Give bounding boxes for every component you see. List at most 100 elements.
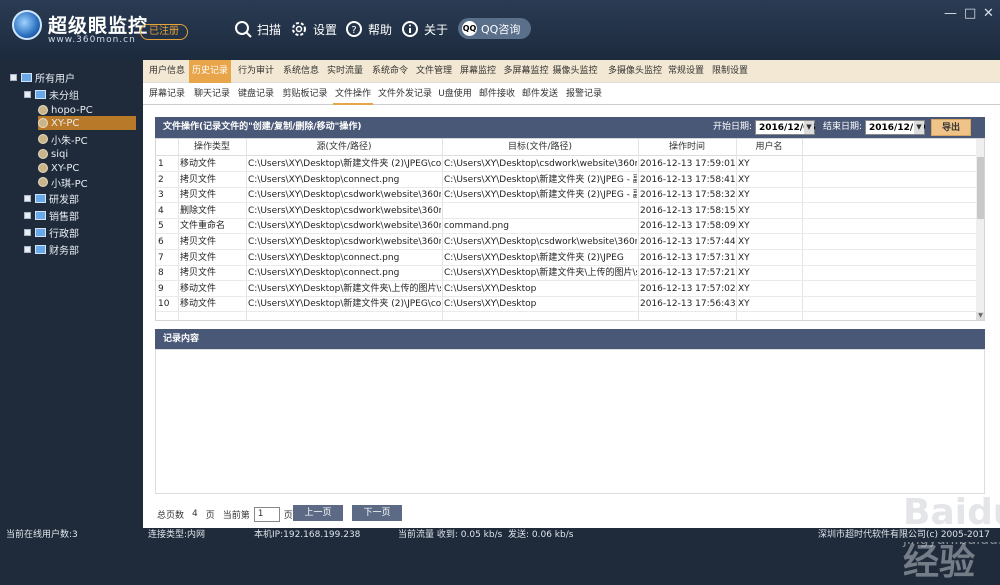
table-cell: command.png: [444, 221, 509, 232]
tab-screen[interactable]: 屏幕监控: [457, 60, 499, 83]
tab-multiscreen[interactable]: 多屏幕监控: [502, 60, 550, 83]
tab-file-ops[interactable]: 文件操作: [333, 83, 373, 105]
tab-file-manage[interactable]: 文件管理: [413, 60, 455, 83]
tree-item-pc[interactable]: XY-PC: [38, 161, 79, 175]
table-cell: 7: [158, 252, 164, 263]
table-cell: 2016-12-13 17:58:09: [640, 221, 735, 232]
tab-user-info[interactable]: 用户信息: [147, 60, 187, 83]
tab-mail-out[interactable]: 邮件发送: [520, 83, 560, 105]
tree-group-ungrouped[interactable]: 未分组: [24, 87, 79, 102]
tab-general-settings[interactable]: 常规设置: [665, 60, 707, 83]
about-button[interactable]: 关于: [401, 18, 448, 40]
tree-group[interactable]: 财务部: [24, 242, 79, 257]
tab-mail-in[interactable]: 邮件接收: [477, 83, 517, 105]
col-source[interactable]: 源(文件/路径): [246, 139, 442, 156]
table-cell: XY: [738, 190, 750, 201]
settings-button[interactable]: 设置: [290, 18, 337, 40]
table-cell: [444, 203, 637, 219]
table-row[interactable]: 1 移动文件 C:\Users\XY\Desktop\新建文件夹 (2)\JPEG\…: [156, 156, 976, 172]
table-cell: XY: [738, 237, 750, 247]
scan-button[interactable]: 扫描: [234, 18, 281, 40]
tree-item-pc[interactable]: hopo-PC: [38, 103, 136, 117]
scroll-down-icon[interactable]: ▼: [976, 312, 984, 320]
table-cell: 删除文件: [180, 205, 217, 216]
monitor-icon: [35, 193, 46, 203]
tree-item-pc-selected[interactable]: XY-PC: [38, 116, 136, 130]
tab-clipboard-record[interactable]: 剪贴板记录: [281, 83, 329, 105]
table-cell: C:\Users\XY\Desktop\新建文件夹 (2)\JPEG\conne…: [248, 159, 441, 169]
vertical-scrollbar[interactable]: ▼: [976, 139, 984, 320]
tab-camera[interactable]: 摄像头监控: [551, 60, 599, 83]
panel-title: 文件操作(记录文件的"创建/复制/删除/移动"操作): [163, 122, 362, 132]
expand-icon[interactable]: [24, 228, 31, 236]
table-cell: C:\Users\XY\Desktop\新建文件夹\上传的图片\shang: [248, 283, 441, 294]
table-header: 操作类型 源(文件/路径) 目标(文件/路径) 操作时间 用户名: [156, 139, 976, 156]
table-row[interactable]: 7 拷贝文件 C:\Users\XY\Desktop\connect.png C:\U…: [156, 250, 976, 266]
table-row[interactable]: 2 拷贝文件 C:\Users\XY\Desktop\connect.png C:\U…: [156, 172, 976, 188]
tree-item-pc[interactable]: 小琪-PC: [38, 175, 88, 190]
monitor-icon: [35, 210, 46, 220]
maximize-icon[interactable]: □: [964, 6, 976, 21]
sub-tabs: 屏幕记录 聊天记录 键盘记录 剪贴板记录 文件操作 文件外发记录 U盘使用 邮件…: [143, 83, 1000, 105]
tree-item-pc[interactable]: siqi: [38, 147, 68, 161]
close-icon[interactable]: ✕: [983, 6, 994, 21]
record-content-area[interactable]: [155, 349, 985, 494]
current-page-input[interactable]: 1: [253, 506, 280, 522]
table-cell: 4: [158, 205, 164, 216]
tree-group[interactable]: 研发部: [24, 191, 79, 206]
start-date-label: 开始日期:: [713, 122, 753, 132]
chevron-down-icon[interactable]: ▼: [914, 121, 924, 134]
table-cell: XY: [738, 252, 750, 263]
tree-root[interactable]: 所有用户: [10, 70, 75, 85]
tab-command[interactable]: 系统命令: [369, 60, 411, 83]
prev-page-button[interactable]: 上一页: [293, 505, 343, 521]
tab-usb[interactable]: U盘使用: [437, 83, 473, 105]
tab-multicamera[interactable]: 多摄像头监控: [607, 60, 663, 83]
expand-icon[interactable]: [24, 245, 31, 253]
table-row[interactable]: 10 移动文件 C:\Users\XY\Desktop\新建文件夹 (2)\JPEG…: [156, 296, 976, 313]
tab-history[interactable]: 历史记录: [189, 60, 231, 83]
tab-restrict[interactable]: 限制设置: [709, 60, 751, 83]
tab-keyboard-record[interactable]: 键盘记录: [236, 83, 276, 105]
help-icon: ?: [345, 20, 363, 38]
tab-sysinfo[interactable]: 系统信息: [280, 60, 322, 83]
registered-badge[interactable]: 已注册: [140, 24, 188, 40]
col-user[interactable]: 用户名: [736, 139, 802, 156]
start-date-picker[interactable]: 2016/12/06 ▼: [755, 120, 816, 135]
expand-icon[interactable]: [24, 211, 31, 219]
tree-group[interactable]: 销售部: [24, 208, 79, 223]
qq-consult-button[interactable]: QQ QQ咨询: [458, 18, 531, 39]
tab-alarm[interactable]: 报警记录: [564, 83, 604, 105]
table-row[interactable]: 5 文件重命名 C:\Users\XY\Desktop\csdwork\websit…: [156, 218, 976, 235]
expand-icon[interactable]: [10, 73, 17, 81]
expand-icon[interactable]: [24, 90, 31, 98]
col-time[interactable]: 操作时间: [638, 139, 736, 156]
help-button[interactable]: ? 帮助: [345, 18, 392, 40]
tree-group[interactable]: 行政部: [24, 225, 79, 240]
end-date-picker[interactable]: 2016/12/19 ▼: [865, 120, 926, 135]
info-icon: [401, 20, 419, 38]
table-cell: 2016-12-13 17:59:01: [640, 159, 735, 169]
export-button[interactable]: 导出: [931, 119, 971, 136]
local-ip: 本机IP:192.168.199.238: [254, 530, 361, 540]
table-cell: XY: [738, 221, 750, 232]
table-row[interactable]: 4 删除文件 C:\Users\XY\Desktop\csdwork\website…: [156, 203, 976, 219]
tab-audit[interactable]: 行为审计: [235, 60, 277, 83]
chevron-down-icon[interactable]: ▼: [804, 121, 814, 134]
table-cell: C:\Users\XY\Desktop\csdwork\website\360m…: [248, 205, 441, 216]
table-row[interactable]: 6 拷贝文件 C:\Users\XY\Desktop\csdwork\website…: [156, 234, 976, 250]
table-row[interactable]: 9 移动文件 C:\Users\XY\Desktop\新建文件夹\上传的图片\sha…: [156, 281, 976, 297]
table-row[interactable]: 8 拷贝文件 C:\Users\XY\Desktop\connect.png C:\U…: [156, 265, 976, 282]
tree-item-pc[interactable]: 小朱-PC: [38, 132, 88, 147]
table-row[interactable]: 3 拷贝文件 C:\Users\XY\Desktop\csdwork\website…: [156, 187, 976, 204]
col-target[interactable]: 目标(文件/路径): [442, 139, 638, 156]
tab-traffic[interactable]: 实时流量: [324, 60, 366, 83]
tab-screen-record[interactable]: 屏幕记录: [147, 83, 187, 105]
minimize-icon[interactable]: —: [944, 6, 957, 21]
col-op-type[interactable]: 操作类型: [178, 139, 246, 156]
expand-icon[interactable]: [24, 194, 31, 202]
tab-chat-record[interactable]: 聊天记录: [192, 83, 232, 105]
next-page-button[interactable]: 下一页: [352, 505, 402, 521]
scrollbar-thumb[interactable]: [977, 157, 984, 219]
tab-file-outgoing[interactable]: 文件外发记录: [377, 83, 433, 105]
